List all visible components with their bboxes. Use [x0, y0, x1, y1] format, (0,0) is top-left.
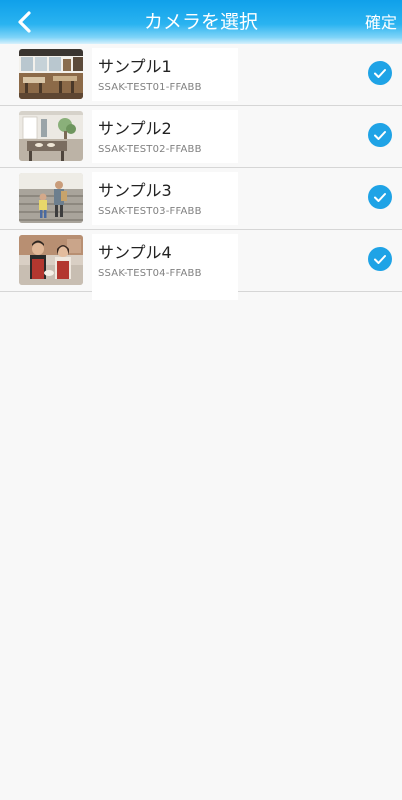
camera-list: サンプル1 SSAK-TEST01-FFABB サンプル2 SSAK-TEST0… — [0, 44, 402, 300]
camera-name: サンプル1 — [98, 57, 172, 76]
stairs-family-thumbnail — [19, 173, 83, 223]
camera-name: サンプル2 — [98, 119, 172, 138]
camera-id: SSAK-TEST02-FFABB — [98, 144, 202, 155]
check-icon[interactable] — [368, 247, 392, 271]
shop-counter-thumbnail — [19, 111, 83, 161]
check-icon[interactable] — [368, 123, 392, 147]
cafe-interior-thumbnail — [19, 49, 83, 99]
camera-row[interactable]: サンプル3 SSAK-TEST03-FFABB — [0, 168, 402, 230]
check-icon[interactable] — [368, 61, 392, 85]
page-title: カメラを選択 — [143, 11, 258, 33]
camera-info: サンプル4 SSAK-TEST04-FFABB — [92, 234, 238, 300]
camera-id: SSAK-TEST04-FFABB — [98, 268, 202, 279]
camera-row[interactable]: サンプル1 SSAK-TEST01-FFABB — [0, 44, 402, 106]
shop-staff-thumbnail — [19, 235, 83, 285]
camera-id: SSAK-TEST01-FFABB — [98, 82, 202, 93]
camera-id: SSAK-TEST03-FFABB — [98, 206, 202, 217]
app-header: カメラを選択 確定 — [0, 0, 402, 44]
camera-row[interactable]: サンプル4 SSAK-TEST04-FFABB — [0, 230, 402, 300]
camera-row[interactable]: サンプル2 SSAK-TEST02-FFABB — [0, 106, 402, 168]
camera-info: サンプル1 SSAK-TEST01-FFABB — [92, 48, 238, 101]
check-icon[interactable] — [368, 185, 392, 209]
camera-info: サンプル2 SSAK-TEST02-FFABB — [92, 110, 238, 163]
camera-info: サンプル3 SSAK-TEST03-FFABB — [92, 172, 238, 225]
confirm-button[interactable]: 確定 — [365, 12, 397, 34]
camera-name: サンプル3 — [98, 181, 172, 200]
camera-name: サンプル4 — [98, 243, 172, 262]
